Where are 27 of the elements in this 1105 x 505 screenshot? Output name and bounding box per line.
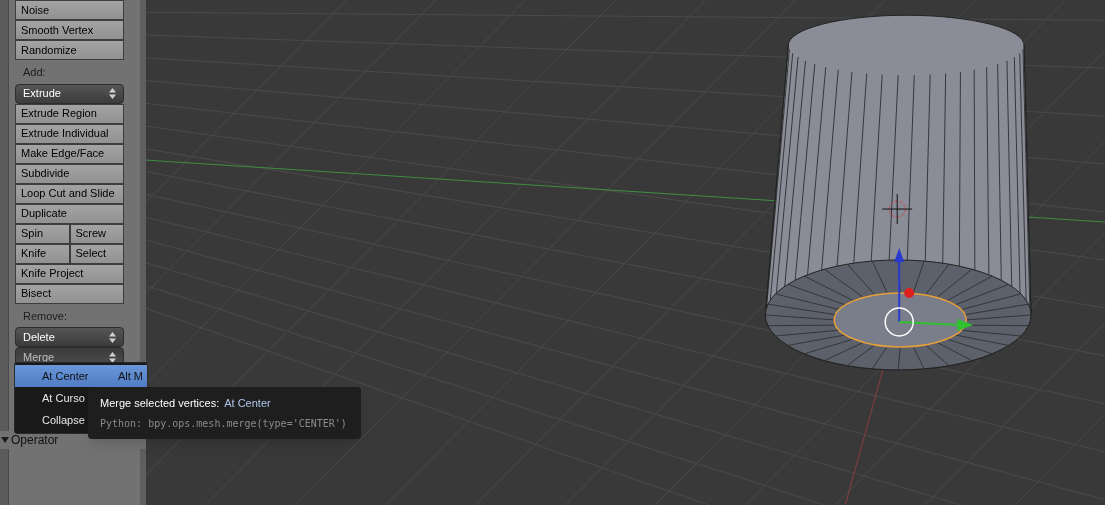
- panel-title: Operator: [11, 432, 59, 449]
- tool-button[interactable]: Extrude Individual: [15, 123, 124, 144]
- 3d-cursor-icon: [881, 193, 913, 225]
- tool-button[interactable]: Loop Cut and Slide: [15, 183, 124, 204]
- up-down-arrows-icon: [109, 351, 116, 363]
- dropdown[interactable]: Delete: [15, 327, 124, 347]
- menu-item[interactable]: At Center Alt M: [15, 365, 147, 387]
- section-label: Add:: [22, 65, 47, 80]
- transform-gizmo-icon: [884, 248, 974, 337]
- tool-button[interactable]: Spin: [15, 223, 70, 244]
- tooltip-value: At Center: [224, 395, 271, 411]
- python-command: Python: bpy.ops.mesh.merge(type='CENTER'): [100, 417, 348, 432]
- tool-button[interactable]: Knife: [15, 243, 70, 264]
- tool-button[interactable]: Noise: [15, 0, 124, 20]
- tool-button[interactable]: Knife Project: [15, 263, 124, 284]
- up-down-arrows-icon: [109, 88, 116, 99]
- tool-button[interactable]: Bisect: [15, 283, 124, 304]
- section-label: Remove:: [22, 308, 69, 324]
- dropdown[interactable]: Extrude: [15, 83, 124, 104]
- up-down-arrows-icon: [109, 331, 116, 343]
- tool-button[interactable]: Make Edge/Face: [15, 143, 124, 164]
- tooltip-title: Merge selected vertices:: [100, 395, 220, 411]
- tool-button[interactable]: Duplicate: [15, 203, 124, 224]
- tool-button[interactable]: Subdivide: [15, 163, 124, 184]
- tool-button[interactable]: Extrude Region: [15, 103, 124, 124]
- tool-button[interactable]: Randomize: [15, 40, 124, 60]
- tool-button[interactable]: Smooth Vertex: [15, 20, 124, 40]
